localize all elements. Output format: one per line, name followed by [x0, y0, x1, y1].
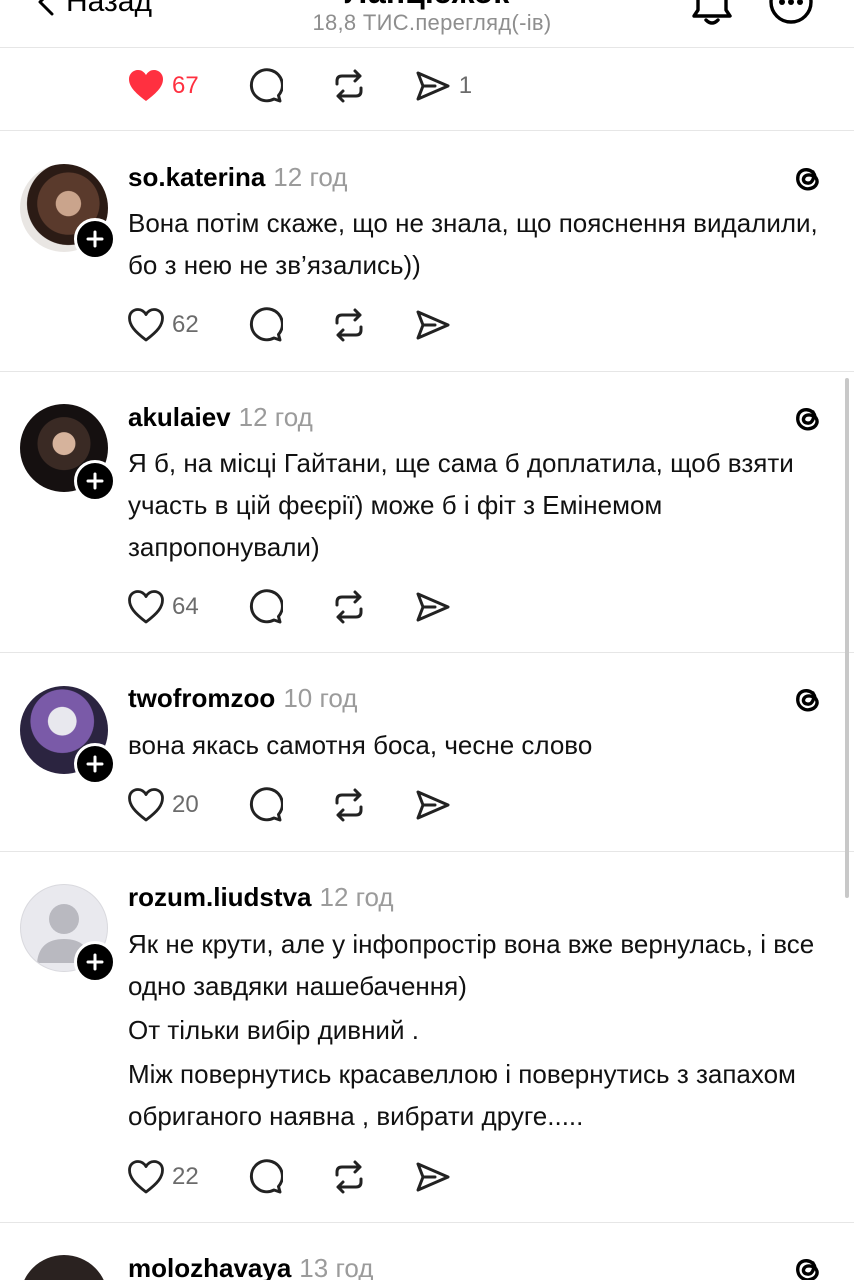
- share-button[interactable]: 1: [415, 68, 472, 104]
- share-count: 1: [458, 72, 473, 99]
- like-count: 22: [172, 1163, 199, 1190]
- username[interactable]: rozum.liudstva: [128, 882, 311, 912]
- main-post-actions: 67 1: [128, 66, 472, 106]
- post-paragraph: Я б, на місці Гайтани, ще сама б доплати…: [128, 448, 794, 562]
- comment-button[interactable]: [247, 307, 283, 343]
- follow-plus-icon[interactable]: [74, 460, 116, 502]
- threads-icon[interactable]: [788, 1251, 826, 1280]
- threads-icon[interactable]: [788, 160, 826, 198]
- reply-post: so.katerina 12 год Вона потім скаже, що н…: [0, 130, 854, 372]
- share-button[interactable]: [415, 589, 451, 625]
- post-paragraph: От тільки вибір дивний .: [128, 1015, 419, 1045]
- post-paragraph: вона якась самотня боса, чесне слово: [128, 730, 593, 760]
- avatar[interactable]: [20, 1255, 108, 1280]
- comment-icon: [249, 589, 283, 624]
- post-paragraph: Як не крути, але у інфопростір вона вже …: [128, 929, 815, 1001]
- comment-button[interactable]: [247, 1159, 283, 1195]
- username[interactable]: molozhavaya: [128, 1253, 291, 1280]
- post-text: вона якась самотня боса, чесне слово: [128, 724, 828, 766]
- repost-icon: [335, 788, 363, 822]
- repost-icon: [335, 308, 363, 342]
- comment-icon: [249, 1159, 283, 1194]
- like-count: 62: [172, 311, 199, 338]
- top-bar: Назад Ланцюжок 18,8 ТИС.перегляд(-ів): [0, 0, 854, 48]
- post-actions: 22: [128, 1157, 451, 1197]
- post-actions: 20: [128, 785, 451, 825]
- heart-icon: [129, 70, 163, 101]
- heart-icon: [128, 308, 164, 342]
- comment-icon: [249, 68, 283, 103]
- post-text: Я б, на місці Гайтани, ще сама б доплати…: [128, 442, 828, 568]
- post-time: 10 год: [283, 683, 358, 713]
- username[interactable]: twofromzoo: [128, 683, 275, 713]
- post-time: 12 год: [319, 882, 394, 912]
- post-header: so.katerina 12 год: [128, 162, 347, 193]
- reply-post: akulaiev 12 год Я б, на місці Гайтани, ще…: [0, 372, 854, 652]
- post-header: twofromzoo 10 год: [128, 683, 357, 714]
- post-paragraph: Між повернутись красавеллою і повернутис…: [128, 1059, 796, 1131]
- repost-icon: [335, 1160, 363, 1194]
- repost-button[interactable]: [331, 787, 367, 823]
- like-button[interactable]: 62: [128, 308, 199, 342]
- share-button[interactable]: [415, 787, 451, 823]
- post-header: rozum.liudstva 12 год: [128, 882, 394, 913]
- username[interactable]: so.katerina: [128, 162, 265, 192]
- heart-icon: [128, 788, 164, 822]
- comment-button[interactable]: [247, 787, 283, 823]
- share-icon: [416, 790, 450, 820]
- repost-button[interactable]: [331, 68, 367, 104]
- follow-plus-icon[interactable]: [74, 941, 116, 983]
- share-button[interactable]: [415, 307, 451, 343]
- repost-button[interactable]: [331, 1159, 367, 1195]
- post-time: 12 год: [238, 402, 313, 432]
- like-button[interactable]: 64: [128, 590, 199, 624]
- header-divider: [0, 47, 854, 48]
- username[interactable]: akulaiev: [128, 402, 231, 432]
- like-button[interactable]: 67: [128, 69, 199, 103]
- bell-icon[interactable]: [690, 0, 734, 28]
- post-text: Вона потім скаже, що не знала, що поясне…: [128, 202, 828, 286]
- post-header: molozhavaya 13 год: [128, 1253, 373, 1280]
- like-count: 20: [172, 791, 199, 818]
- more-icon[interactable]: [766, 0, 816, 30]
- comment-icon: [249, 307, 283, 342]
- post-actions: 64: [128, 587, 451, 627]
- post-paragraph: Вона потім скаже, що не знала, що поясне…: [128, 208, 818, 280]
- share-icon: [416, 310, 450, 340]
- reply-post: twofromzoo 10 год вона якась самотня боса…: [0, 653, 854, 851]
- share-icon: [416, 1162, 450, 1192]
- comment-button[interactable]: [247, 589, 283, 625]
- comment-icon: [249, 787, 283, 822]
- post-actions: 62: [128, 305, 451, 345]
- repost-button[interactable]: [331, 307, 367, 343]
- share-icon: [416, 592, 450, 622]
- reply-post: rozum.liudstva 12 год Як не крути, але у …: [0, 852, 854, 1222]
- share-icon: [416, 71, 450, 101]
- scrollbar[interactable]: [845, 378, 849, 898]
- like-count: 67: [172, 72, 199, 99]
- like-button[interactable]: 20: [128, 788, 199, 822]
- share-button[interactable]: [415, 1159, 451, 1195]
- reply-post: molozhavaya 13 год: [0, 1223, 854, 1280]
- like-button[interactable]: 22: [128, 1160, 199, 1194]
- post-header: akulaiev 12 год: [128, 402, 313, 433]
- follow-plus-icon[interactable]: [74, 218, 116, 260]
- heart-icon: [128, 590, 164, 624]
- repost-icon: [335, 69, 363, 103]
- repost-icon: [335, 590, 363, 624]
- like-count: 64: [172, 593, 199, 620]
- follow-plus-icon[interactable]: [74, 743, 116, 785]
- threads-icon[interactable]: [788, 400, 826, 438]
- repost-button[interactable]: [331, 589, 367, 625]
- post-text: Як не крути, але у інфопростір вона вже …: [128, 923, 818, 1137]
- heart-icon: [128, 1160, 164, 1194]
- comment-button[interactable]: [247, 68, 283, 104]
- post-time: 13 год: [299, 1253, 374, 1280]
- threads-icon[interactable]: [788, 681, 826, 719]
- post-time: 12 год: [273, 162, 348, 192]
